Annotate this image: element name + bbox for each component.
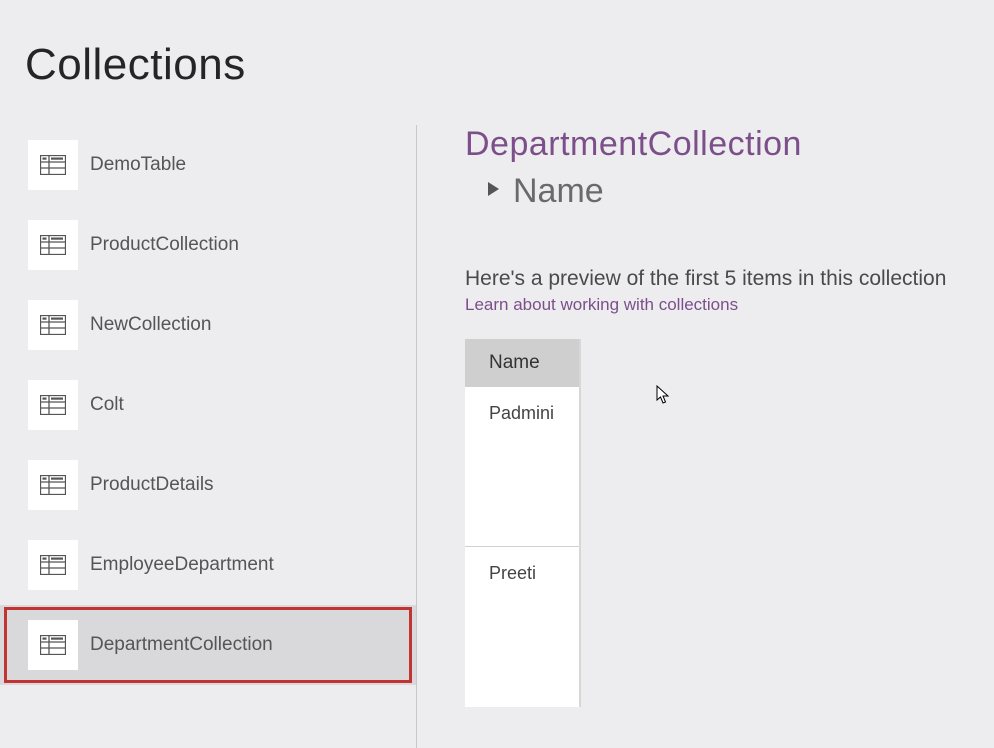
collection-item-label: NewCollection xyxy=(90,314,211,336)
collection-item-department-collection[interactable]: DepartmentCollection xyxy=(0,605,416,685)
table-icon xyxy=(28,300,78,350)
collection-item-label: EmployeeDepartment xyxy=(90,554,274,576)
collection-item-label: DepartmentCollection xyxy=(90,634,273,656)
triangle-right-icon xyxy=(487,181,501,202)
preview-table: Name Padmini Preeti xyxy=(465,339,581,707)
table-icon xyxy=(28,540,78,590)
collection-item-label: ProductDetails xyxy=(90,474,214,496)
table-icon xyxy=(28,380,78,430)
table-row[interactable]: Preeti xyxy=(465,547,579,707)
collection-item-label: Colt xyxy=(90,394,124,416)
collection-item-new-collection[interactable]: NewCollection xyxy=(0,285,416,365)
preview-note: Here's a preview of the first 5 items in… xyxy=(465,267,994,291)
collection-item-demo-table[interactable]: DemoTable xyxy=(0,125,416,205)
content-area: DemoTable ProductCollection NewCollectio… xyxy=(0,125,994,748)
table-icon xyxy=(28,460,78,510)
page-title: Collections xyxy=(0,0,994,90)
table-icon xyxy=(28,220,78,270)
preview-table-header[interactable]: Name xyxy=(465,339,579,387)
collection-detail-panel: DepartmentCollection Name Here's a previ… xyxy=(417,125,994,748)
table-row[interactable]: Padmini xyxy=(465,387,579,547)
collection-item-colt[interactable]: Colt xyxy=(0,365,416,445)
collection-item-label: ProductCollection xyxy=(90,234,239,256)
detail-title: DepartmentCollection xyxy=(465,125,994,164)
table-icon xyxy=(28,620,78,670)
learn-about-collections-link[interactable]: Learn about working with collections xyxy=(465,295,994,315)
collection-item-product-details[interactable]: ProductDetails xyxy=(0,445,416,525)
collection-item-label: DemoTable xyxy=(90,154,186,176)
column-heading[interactable]: Name xyxy=(487,172,994,211)
collection-item-product-collection[interactable]: ProductCollection xyxy=(0,205,416,285)
collections-sidebar: DemoTable ProductCollection NewCollectio… xyxy=(0,125,417,748)
table-icon xyxy=(28,140,78,190)
column-heading-label: Name xyxy=(513,172,604,211)
collection-item-employee-department[interactable]: EmployeeDepartment xyxy=(0,525,416,605)
